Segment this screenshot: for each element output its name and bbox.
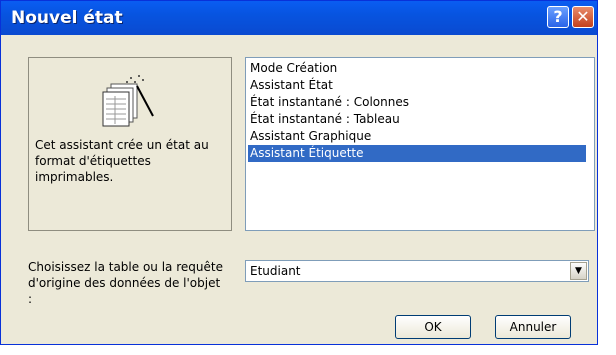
list-item[interactable]: Assistant Étiquette	[248, 145, 586, 162]
list-item[interactable]: Assistant État	[248, 77, 586, 94]
dialog-title: Nouvel état	[11, 8, 123, 28]
source-combobox[interactable]: Etudiant ▼	[245, 260, 589, 282]
close-button[interactable]: ✕	[572, 6, 594, 28]
preview-panel: Cet assistant crée un état au format d'é…	[28, 57, 232, 231]
wizard-description: Cet assistant crée un état au format d'é…	[35, 138, 209, 184]
title-bar[interactable]: Nouvel état ? ✕	[1, 1, 597, 35]
dropdown-arrow-icon[interactable]: ▼	[570, 262, 587, 280]
list-item[interactable]: État instantané : Tableau	[248, 111, 586, 128]
source-label: Choisissez la table ou la requête d'orig…	[28, 260, 223, 306]
help-button[interactable]: ?	[547, 6, 569, 28]
list-item[interactable]: Assistant Graphique	[248, 128, 586, 145]
list-item[interactable]: État instantané : Colonnes	[248, 94, 586, 111]
report-wizard-icon	[101, 72, 171, 142]
ok-button[interactable]: OK	[395, 315, 471, 339]
list-item[interactable]: Mode Création	[248, 60, 586, 77]
new-report-dialog: Nouvel état ? ✕ Cet assistant crée un ét…	[0, 0, 598, 345]
cancel-button[interactable]: Annuler	[495, 315, 571, 339]
source-value: Etudiant	[250, 264, 301, 278]
report-type-list[interactable]: Mode Création Assistant État État instanta…	[245, 57, 595, 231]
